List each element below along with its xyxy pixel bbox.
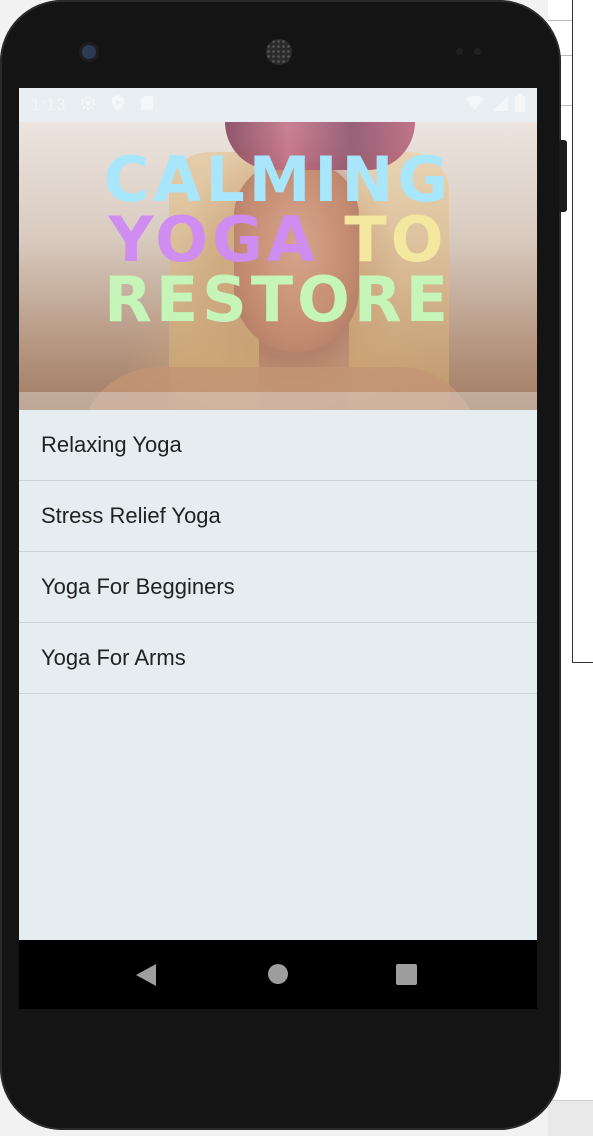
list-item-label: Yoga For Begginers [41, 574, 235, 599]
power-button[interactable] [559, 140, 567, 212]
status-bar: 1:13 [19, 88, 537, 122]
status-time: 1:13 [31, 95, 67, 114]
ide-divider [548, 20, 572, 21]
navigation-bar [19, 940, 537, 1009]
list-item-yoga-for-begginers[interactable]: Yoga For Begginers [19, 552, 537, 623]
status-right-icons [465, 94, 525, 117]
gear-icon [80, 95, 96, 116]
hero-title-line2: YOGA TO [19, 209, 537, 271]
app-screen: 1:13 CALMING YOGA TO RESTORE Relaxing Yo… [19, 88, 537, 1009]
list-item-label: Relaxing Yoga [41, 432, 182, 457]
yoga-category-list: Relaxing Yoga Stress Relief Yoga Yoga Fo… [19, 410, 537, 694]
list-item-label: Yoga For Arms [41, 645, 186, 670]
ide-bottom-bar [548, 1100, 593, 1136]
hero-title: CALMING YOGA TO RESTORE [19, 143, 537, 336]
signal-icon [491, 95, 509, 117]
hero-title-line3: RESTORE [104, 263, 452, 336]
ide-frame [572, 0, 593, 663]
hero-decoration [19, 392, 537, 410]
sd-card-icon [140, 95, 154, 116]
earpiece-speaker [266, 39, 292, 65]
front-camera-icon [82, 45, 96, 59]
back-icon[interactable] [136, 964, 156, 986]
list-item-stress-relief-yoga[interactable]: Stress Relief Yoga [19, 481, 537, 552]
hero-title-line1: CALMING [103, 143, 453, 216]
battery-icon [515, 94, 525, 117]
hero-banner-image: CALMING YOGA TO RESTORE [19, 122, 537, 410]
list-item-relaxing-yoga[interactable]: Relaxing Yoga [19, 410, 537, 481]
wifi-icon [465, 95, 485, 116]
home-icon[interactable] [268, 964, 288, 984]
list-item-yoga-for-arms[interactable]: Yoga For Arms [19, 623, 537, 694]
recents-icon[interactable] [396, 964, 417, 985]
list-item-label: Stress Relief Yoga [41, 503, 221, 528]
shield-icon [110, 94, 126, 116]
proximity-sensors [452, 48, 488, 56]
